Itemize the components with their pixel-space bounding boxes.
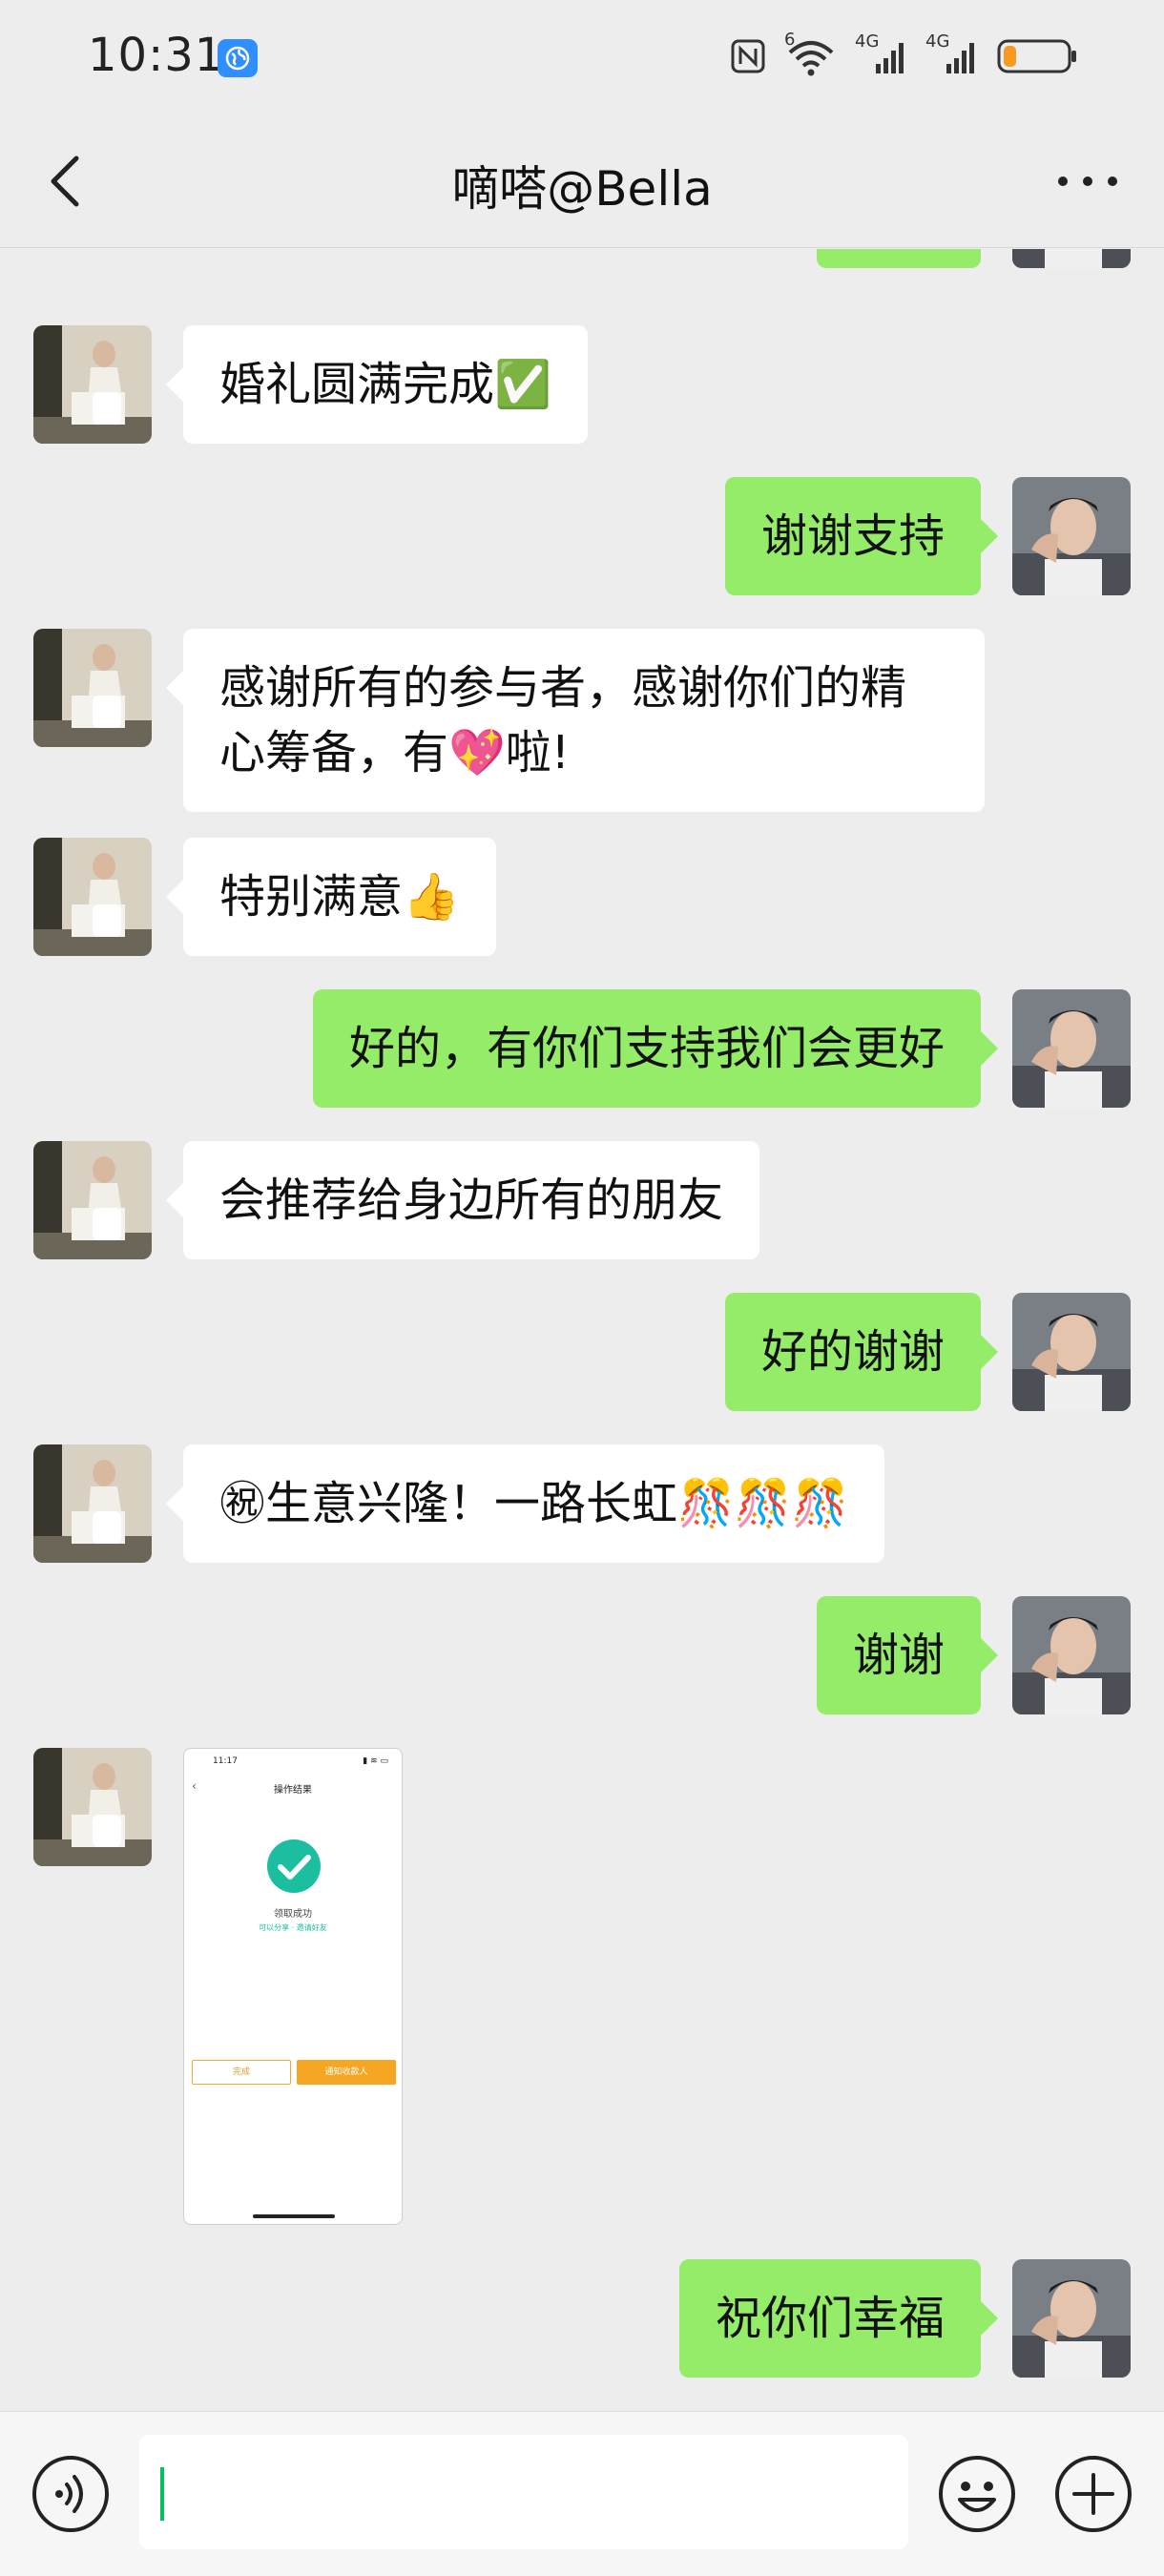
avatar[interactable] — [33, 1444, 152, 1563]
image-subtext: 可以分享 · 邀请好友 — [259, 1923, 327, 1932]
chat-title: 嘀嗒@Bella — [451, 161, 713, 217]
text-caret — [160, 2467, 164, 2521]
battery-fill — [1004, 46, 1016, 67]
signal-icon: 4G — [925, 31, 979, 77]
check-circle-icon — [267, 1839, 321, 1893]
image-done-button: 完成 — [192, 2060, 291, 2085]
avatar[interactable] — [33, 325, 152, 444]
globe-icon — [218, 39, 258, 77]
avatar[interactable] — [1012, 2259, 1131, 2378]
message-bubble[interactable]: 好的，有你们支持我们会更好 — [312, 989, 999, 1108]
emoji-icon[interactable] — [937, 2454, 1017, 2534]
voice-icon[interactable] — [31, 2454, 111, 2534]
message-bubble[interactable]: 特别满意👍 — [166, 838, 496, 956]
avatar[interactable] — [1012, 477, 1131, 595]
avatar[interactable] — [1012, 1596, 1131, 1714]
avatar[interactable] — [1012, 1293, 1131, 1411]
battery-icon — [996, 37, 1078, 75]
message-bubble[interactable]: 婚礼圆满完成✅ — [166, 325, 588, 444]
image-message[interactable]: 11:17 ▮ ≋ ▭ ‹ 操作结果 领取成功 可以分享 · 邀请好友 完成 通… — [183, 1748, 403, 2225]
message-bubble[interactable]: 谢谢 — [816, 1596, 999, 1714]
message-bubble[interactable]: 谢谢支持 — [724, 477, 999, 595]
message-bubble[interactable]: 会推荐给身边所有的朋友 — [165, 1141, 760, 1259]
image-title: 操作结果 — [274, 1785, 312, 1796]
message-bubble[interactable]: 祝你们幸福 — [678, 2259, 999, 2378]
image-notify-button: 通知收款人 — [297, 2060, 396, 2085]
wifi-icon: 6 — [784, 30, 838, 77]
avatar[interactable] — [33, 838, 152, 956]
signal-icon: 4G — [855, 31, 908, 77]
image-home-indicator — [253, 2214, 335, 2218]
avatar[interactable] — [1012, 989, 1131, 1108]
image-status-text: 领取成功 — [274, 1909, 312, 1920]
message-bubble[interactable]: ㊗生意兴隆！一路长虹🎊🎊🎊 — [165, 1444, 885, 1563]
chat-header: 嘀嗒@Bella — [0, 114, 1164, 248]
network-label: 4G — [925, 31, 950, 52]
input-bar — [0, 2411, 1164, 2576]
image-time: 11:17 — [213, 1756, 238, 1766]
avatar[interactable] — [33, 629, 152, 747]
message-list[interactable]: 好的 婚礼圆满完成✅ 谢谢支持 感谢所有的参与者，感谢你们的精心筹备，有💖啦! … — [0, 249, 1164, 2410]
status-bar: 10:31 6 4G 4G — [0, 0, 1164, 114]
message-input[interactable] — [139, 2435, 908, 2549]
nfc-icon — [731, 39, 765, 73]
wifi-label: 6 — [784, 30, 796, 50]
avatar[interactable] — [33, 1748, 152, 1866]
avatar[interactable] — [1012, 249, 1131, 268]
plus-icon[interactable] — [1053, 2454, 1133, 2534]
more-icon[interactable] — [1050, 162, 1126, 200]
avatar[interactable] — [33, 1141, 152, 1259]
message-bubble[interactable]: 好的 — [816, 249, 981, 268]
image-status-icons: ▮ ≋ ▭ — [363, 1756, 388, 1766]
message-bubble[interactable]: 好的谢谢 — [724, 1293, 999, 1411]
message-bubble[interactable]: 感谢所有的参与者，感谢你们的精心筹备，有💖啦! — [166, 629, 985, 812]
status-time: 10:31 — [88, 29, 225, 82]
network-label: 4G — [855, 31, 880, 52]
